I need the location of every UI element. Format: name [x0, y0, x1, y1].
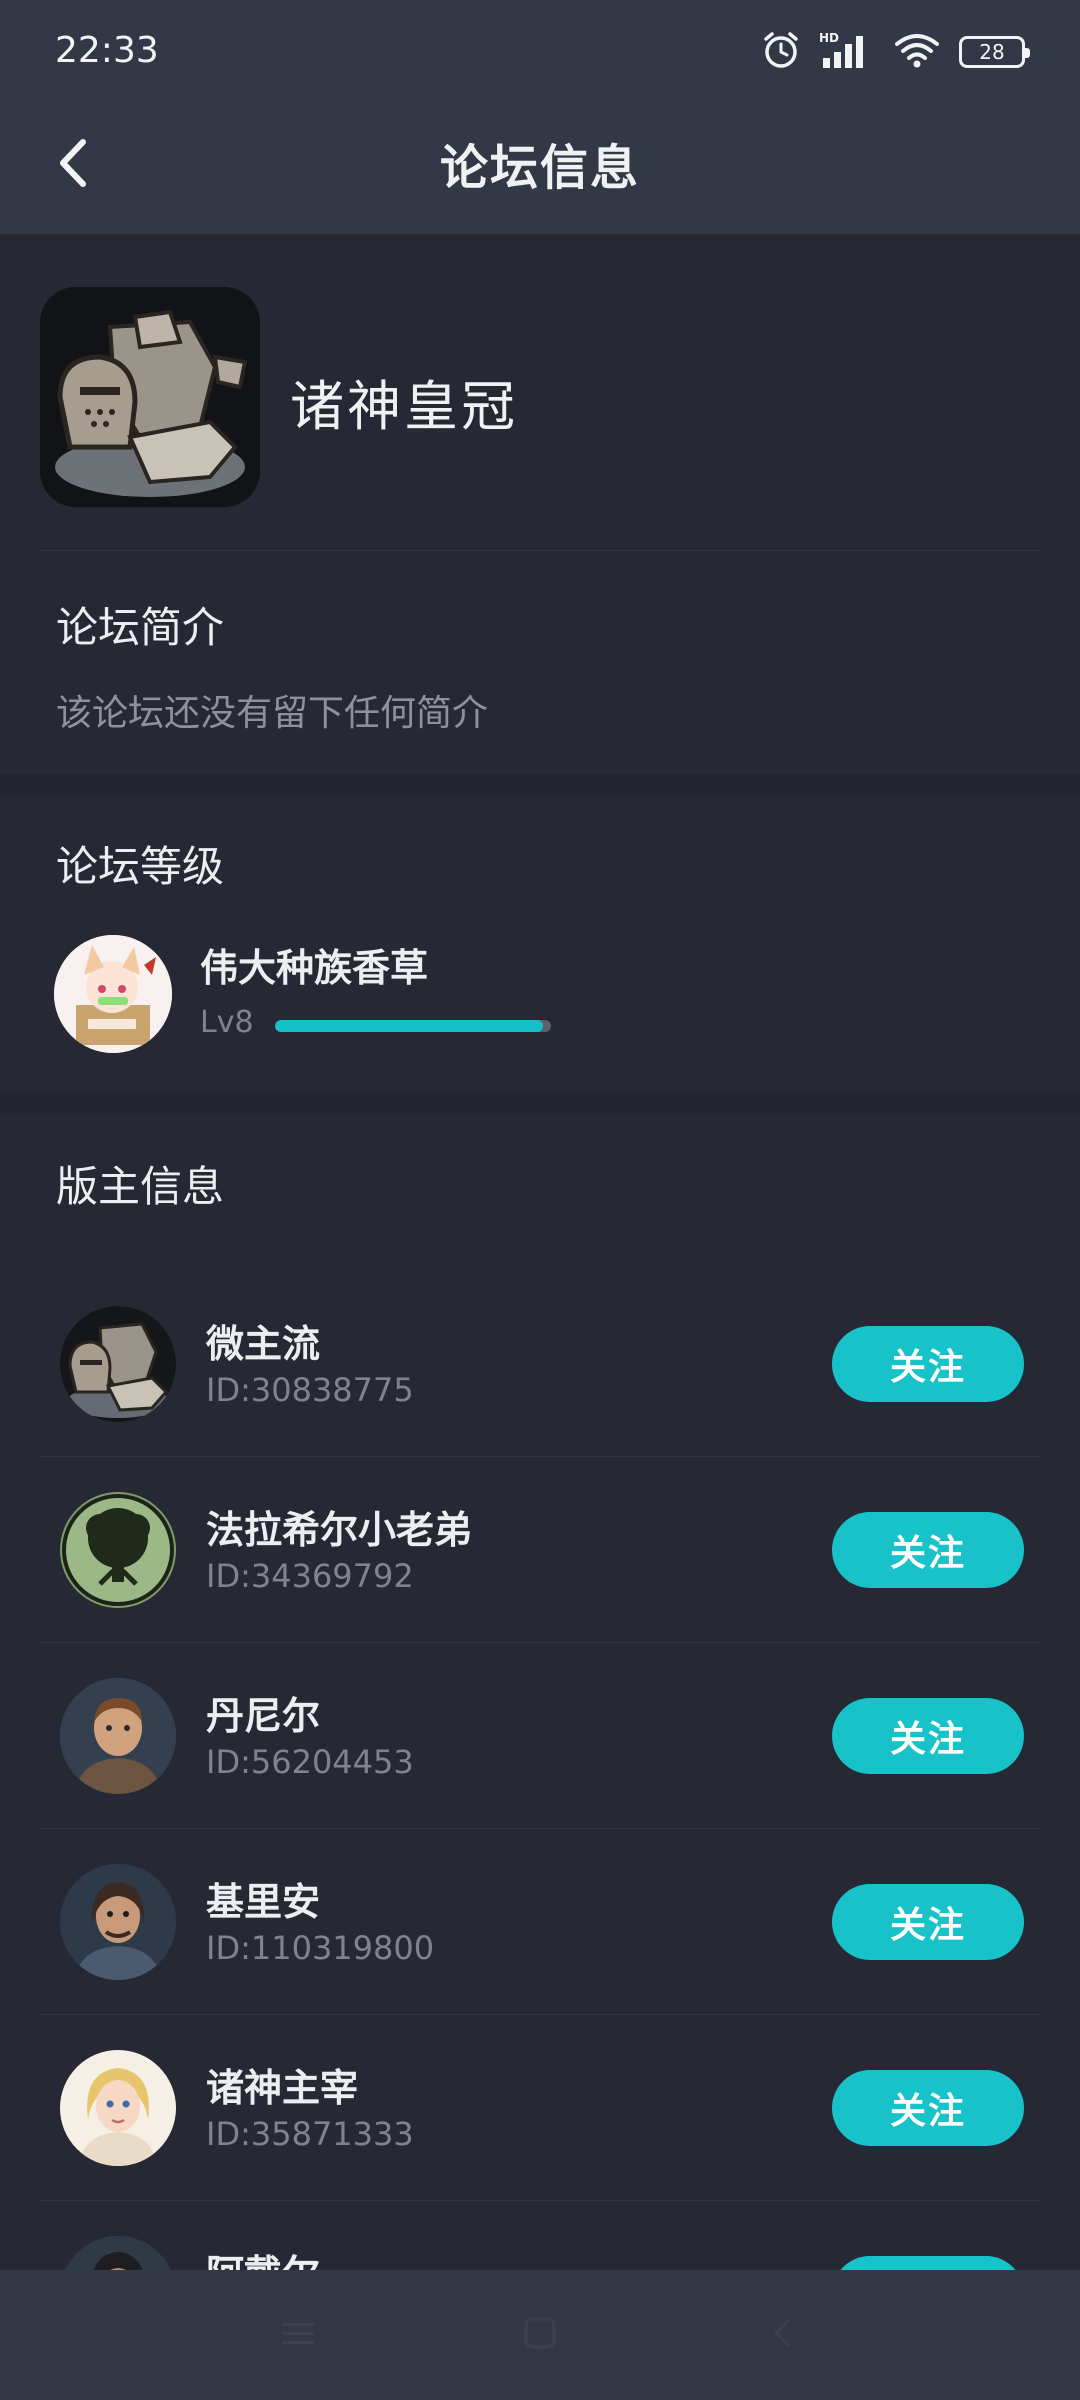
follow-button[interactable]: 关注	[832, 2256, 1024, 2270]
moderators-section: 版主信息 微主流 ID:30838775 关注 法拉希尔小老弟 ID:34369…	[0, 1113, 1080, 2270]
avatar[interactable]	[60, 2236, 176, 2270]
forum-name: 诸神皇冠	[290, 375, 518, 438]
avatar[interactable]	[60, 1306, 176, 1422]
list-item[interactable]: 微主流 ID:30838775 关注	[0, 1271, 1080, 1457]
level-title: 论坛等级	[56, 842, 225, 891]
moderator-name: 基里安	[206, 1880, 321, 1924]
moderator-name: 微主流	[206, 1322, 321, 1366]
moderator-id: ID:110319800	[206, 1929, 435, 1967]
list-item[interactable]: 基里安 ID:110319800 关注	[0, 1829, 1080, 2015]
intro-text: 该论坛还没有留下任何简介	[56, 693, 489, 734]
moderator-name: 法拉希尔小老弟	[206, 1508, 473, 1552]
status-bar: 22:33 HD 28	[0, 0, 1080, 100]
moderator-list: 微主流 ID:30838775 关注 法拉希尔小老弟 ID:34369792 关…	[0, 1271, 1080, 2270]
menu-icon	[278, 2317, 318, 2353]
list-item[interactable]: 法拉希尔小老弟 ID:34369792 关注	[0, 1457, 1080, 1643]
svg-text:HD: HD	[819, 31, 839, 45]
moderator-name: 阿戴尔	[206, 2243, 320, 2270]
system-navigation-bar	[0, 2270, 1080, 2400]
level-text: Lv8	[200, 1005, 254, 1040]
avatar[interactable]	[60, 1678, 176, 1794]
back-triangle-icon	[762, 2313, 802, 2357]
list-item[interactable]: 丹尼尔 ID:56204453 关注	[0, 1643, 1080, 1829]
moderator-id: ID:34369792	[206, 1557, 414, 1595]
avatar[interactable]	[60, 2050, 176, 2166]
follow-button[interactable]: 关注	[832, 1884, 1024, 1960]
hd-signal-icon: HD	[819, 30, 875, 74]
avatar[interactable]	[60, 1492, 176, 1608]
list-item[interactable]: 阿戴尔 关注	[0, 2201, 1080, 2270]
moderator-id: ID:30838775	[206, 1371, 414, 1409]
follow-button[interactable]: 关注	[832, 1326, 1024, 1402]
follow-button[interactable]: 关注	[832, 1512, 1024, 1588]
moderators-title: 版主信息	[56, 1162, 225, 1211]
menu-button[interactable]	[258, 2300, 338, 2370]
forum-icon	[40, 287, 260, 507]
follow-button[interactable]: 关注	[832, 2070, 1024, 2146]
status-time: 22:33	[55, 30, 159, 71]
level-progress-fill	[275, 1020, 543, 1032]
forum-info-section: 诸神皇冠 论坛简介 该论坛还没有留下任何简介	[0, 234, 1080, 774]
wifi-icon	[893, 30, 941, 74]
status-icons: HD 28	[761, 30, 1030, 74]
moderator-id: ID:35871333	[206, 2115, 414, 2153]
intro-title: 论坛简介	[56, 603, 225, 652]
app-bar: 论坛信息	[0, 100, 1080, 234]
moderator-name: 诸神主宰	[206, 2066, 359, 2110]
avatar[interactable]	[60, 1864, 176, 1980]
follow-button[interactable]: 关注	[832, 1698, 1024, 1774]
level-user-name: 伟大种族香草	[200, 946, 429, 990]
moderator-name: 丹尼尔	[206, 1694, 321, 1738]
home-square-icon	[520, 2313, 560, 2357]
page-title: 论坛信息	[439, 140, 640, 196]
list-item[interactable]: 诸神主宰 ID:35871333 关注	[0, 2015, 1080, 2201]
level-progress-bar	[275, 1020, 551, 1032]
battery-icon: 28	[959, 36, 1030, 68]
system-back-button[interactable]	[742, 2300, 822, 2370]
alarm-icon	[761, 30, 801, 74]
battery-level: 28	[979, 40, 1005, 64]
moderator-id: ID:56204453	[206, 1743, 414, 1781]
home-button[interactable]	[500, 2300, 580, 2370]
divider	[40, 550, 1040, 551]
avatar[interactable]	[54, 935, 172, 1053]
forum-level-section: 论坛等级 伟大种族香草 Lv8	[0, 795, 1080, 1092]
